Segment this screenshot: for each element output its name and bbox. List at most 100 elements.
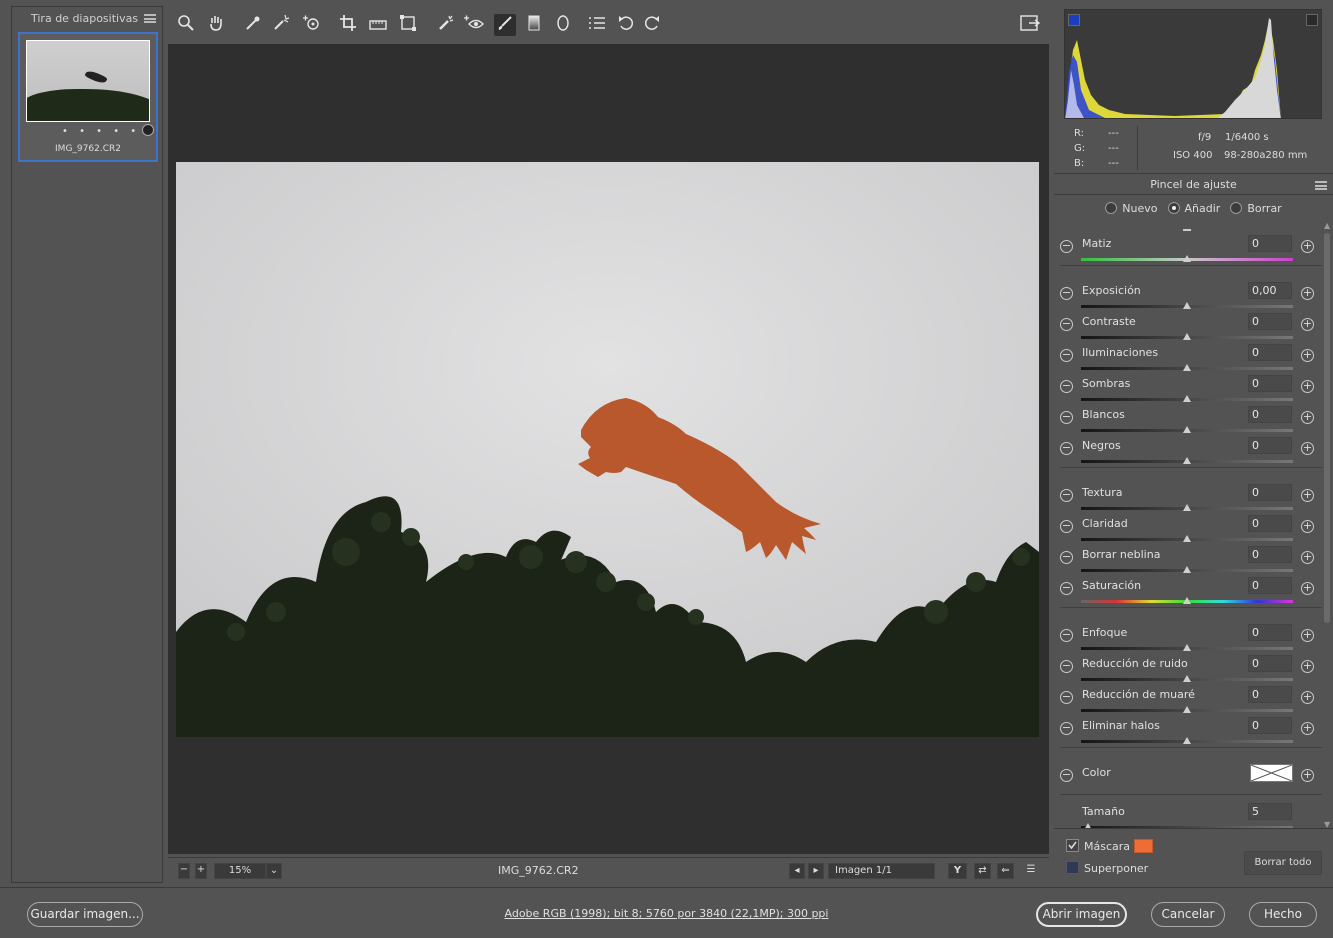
slider-thumb[interactable] — [1183, 737, 1191, 744]
copy-settings-icon[interactable]: ⇐ — [997, 863, 1014, 879]
minus-icon[interactable]: − — [1060, 582, 1073, 595]
plus-icon[interactable]: + — [1301, 240, 1314, 253]
target-adjust-icon[interactable] — [301, 14, 323, 36]
slider-thumb[interactable] — [1183, 426, 1191, 433]
mask-checkbox[interactable] — [1066, 839, 1079, 852]
done-button[interactable]: Hecho — [1249, 902, 1317, 927]
zoom-dropdown-chevron-icon[interactable]: ⌄ — [266, 863, 282, 879]
color-sampler-icon[interactable] — [270, 14, 292, 36]
slider-value-field[interactable]: 0 — [1248, 313, 1292, 330]
minus-icon[interactable]: − — [1060, 318, 1073, 331]
swap-settings-icon[interactable]: ⇄ — [974, 863, 991, 879]
slider-thumb[interactable] — [1183, 302, 1191, 309]
minus-icon[interactable]: − — [1060, 520, 1073, 533]
minus-icon[interactable]: − — [1060, 442, 1073, 455]
transform-icon[interactable] — [397, 14, 419, 36]
adjustment-brush-icon[interactable] — [494, 14, 516, 36]
slider-thumb[interactable] — [1183, 675, 1191, 682]
plus-icon[interactable]: + — [1301, 489, 1314, 502]
cancel-button[interactable]: Cancelar — [1151, 902, 1225, 927]
slider-value-field[interactable]: 0 — [1248, 375, 1292, 392]
zoom-out-icon[interactable]: − — [178, 863, 190, 879]
preview-settings-icon[interactable]: ☰ — [1021, 863, 1041, 879]
minus-icon[interactable]: − — [1060, 287, 1073, 300]
crop-icon[interactable] — [338, 14, 360, 36]
fullscreen-icon[interactable] — [1019, 14, 1041, 36]
plus-icon[interactable]: + — [1301, 411, 1314, 424]
slider-thumb[interactable] — [1183, 333, 1191, 340]
slider-value-field[interactable]: 0 — [1248, 546, 1292, 563]
minus-icon[interactable]: − — [1060, 629, 1073, 642]
prev-image-icon[interactable]: ◂ — [789, 863, 805, 879]
filmstrip-menu-icon[interactable] — [144, 13, 156, 23]
slider-thumb[interactable] — [1183, 255, 1191, 262]
slider-thumb[interactable] — [1183, 395, 1191, 402]
plus-icon[interactable]: + — [1301, 380, 1314, 393]
slider-thumb[interactable] — [1183, 504, 1191, 511]
plus-icon[interactable]: + — [1301, 349, 1314, 362]
slider-thumb[interactable] — [1183, 644, 1191, 651]
straighten-icon[interactable] — [367, 14, 389, 36]
slider-thumb[interactable] — [1183, 706, 1191, 713]
slider-value-field[interactable]: 0 — [1248, 515, 1292, 532]
workflow-options-link[interactable]: Adobe RGB (1998); bit 8; 5760 por 3840 (… — [0, 907, 1333, 920]
slider-thumb[interactable] — [1183, 364, 1191, 371]
minus-icon[interactable]: − — [1060, 349, 1073, 362]
mode-erase[interactable]: Borrar — [1230, 202, 1282, 215]
slider-value-field[interactable]: 0 — [1248, 624, 1292, 641]
slider-value-field[interactable]: 5 — [1248, 803, 1292, 820]
mode-new[interactable]: Nuevo — [1105, 202, 1158, 215]
minus-icon[interactable]: − — [1060, 489, 1073, 502]
red-eye-icon[interactable] — [463, 14, 485, 36]
rotate-left-icon[interactable] — [615, 14, 637, 36]
plus-icon[interactable]: + — [1301, 691, 1314, 704]
slider-value-field[interactable]: 0 — [1248, 577, 1292, 594]
slider-value-field[interactable]: 0 — [1248, 655, 1292, 672]
slider-value-field[interactable]: 0 — [1248, 344, 1292, 361]
rotate-right-icon[interactable] — [641, 14, 663, 36]
color-swatch[interactable] — [1250, 764, 1293, 782]
slider-value-field[interactable]: 0 — [1248, 484, 1292, 501]
plus-icon[interactable]: + — [1301, 551, 1314, 564]
minus-icon[interactable]: − — [1060, 660, 1073, 673]
mode-add[interactable]: Añadir — [1167, 202, 1220, 215]
filmstrip-thumbnail[interactable]: • • • • • IMG_9762.CR2 — [18, 32, 158, 162]
plus-icon[interactable]: + — [1301, 722, 1314, 735]
plus-icon[interactable]: + — [1301, 442, 1314, 455]
panel-menu-icon[interactable] — [1315, 181, 1327, 190]
minus-icon[interactable]: − — [1060, 380, 1073, 393]
graduated-filter-icon[interactable] — [523, 14, 545, 36]
plus-icon[interactable]: + — [1301, 582, 1314, 595]
zoom-icon[interactable] — [175, 14, 197, 36]
minus-icon[interactable]: − — [1060, 240, 1073, 253]
before-after-toggle[interactable]: Y — [948, 863, 967, 879]
plus-icon[interactable]: + — [1301, 520, 1314, 533]
next-image-icon[interactable]: ▸ — [808, 863, 824, 879]
slider-thumb[interactable] — [1183, 566, 1191, 573]
minus-icon[interactable]: − — [1060, 691, 1073, 704]
slider-value-field[interactable]: 0 — [1248, 686, 1292, 703]
white-balance-icon[interactable] — [242, 14, 264, 36]
open-image-button[interactable]: Abrir imagen — [1036, 902, 1127, 927]
slider-value-field[interactable]: 0 — [1248, 437, 1292, 454]
plus-icon[interactable]: + — [1301, 660, 1314, 673]
hand-icon[interactable] — [205, 14, 227, 36]
rating-dots[interactable]: • • • • • — [62, 126, 140, 137]
minus-icon[interactable]: − — [1060, 411, 1073, 424]
slider-value-field[interactable]: 0,00 — [1248, 282, 1292, 299]
plus-icon[interactable]: + — [1301, 287, 1314, 300]
photo-preview[interactable] — [176, 162, 1039, 737]
clear-all-button[interactable]: Borrar todo — [1244, 851, 1322, 875]
panel-scrollbar[interactable]: ▲ ▼ — [1322, 221, 1332, 829]
spot-removal-icon[interactable] — [435, 14, 457, 36]
plus-icon[interactable]: + — [1301, 318, 1314, 331]
slider-value-field[interactable]: 0 — [1248, 406, 1292, 423]
plus-icon[interactable]: + — [1301, 769, 1314, 782]
zoom-level[interactable]: 15% — [214, 863, 266, 879]
plus-icon[interactable]: + — [1301, 629, 1314, 642]
slider-value-field[interactable]: 0 — [1248, 235, 1292, 252]
overlay-checkbox[interactable] — [1066, 861, 1079, 874]
slider-thumb[interactable] — [1183, 535, 1191, 542]
presets-list-icon[interactable] — [586, 14, 608, 36]
minus-icon[interactable]: − — [1060, 551, 1073, 564]
